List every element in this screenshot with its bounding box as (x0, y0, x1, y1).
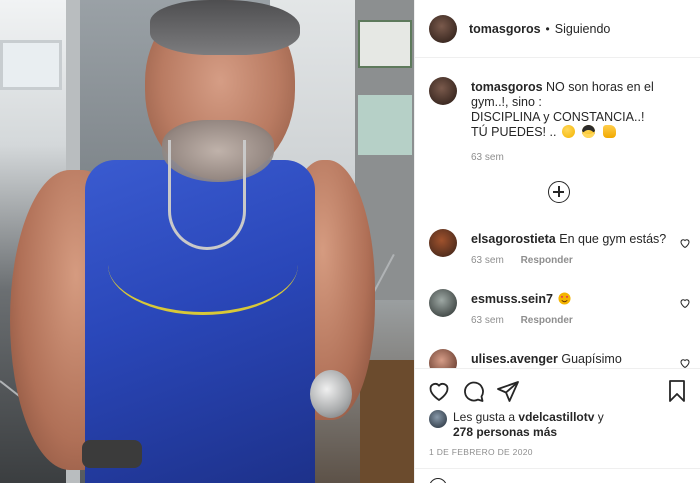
caption-line-2: DISCIPLINA y CONSTANCIA..! (471, 110, 645, 124)
comment-text: Guapísimo (561, 352, 622, 366)
comment-line: ulises.avenger Guapísimo (471, 352, 622, 366)
comment-time: 63 sem (471, 315, 504, 326)
comment-meta: 63 sem Responder (471, 315, 573, 326)
caption-avatar[interactable] (429, 77, 457, 105)
smile-emoji-icon (561, 125, 575, 138)
likes-prefix: Les gusta a (453, 410, 516, 424)
comment-avatar[interactable] (429, 229, 457, 257)
author-avatar[interactable] (429, 14, 457, 43)
author-username[interactable]: tomasgoros (469, 22, 541, 36)
follow-status-button[interactable]: Siguiendo (555, 22, 611, 36)
comments-list[interactable]: tomasgoros NO son horas en el gym..!, si… (415, 59, 700, 368)
heart-icon[interactable] (679, 297, 691, 309)
heart-eyes-emoji-icon (558, 292, 572, 305)
bookmark-icon[interactable] (665, 379, 689, 403)
comment-icon[interactable] (461, 379, 485, 403)
comment-username[interactable]: elsagorostieta (471, 232, 556, 246)
comment-time: 63 sem (471, 255, 504, 266)
plus-circle-icon[interactable] (548, 181, 570, 203)
comment-text: En que gym estás? (559, 232, 667, 246)
heart-icon[interactable] (427, 379, 451, 403)
thumbs-up-emoji-icon (602, 125, 616, 138)
photo-chain (168, 140, 246, 250)
photo-grip (82, 440, 142, 468)
share-icon[interactable] (496, 379, 520, 403)
reply-button[interactable]: Responder (521, 255, 573, 266)
add-comment-bar (415, 468, 700, 483)
action-bar (415, 368, 700, 412)
comment-avatar[interactable] (429, 289, 457, 317)
photo-hair (150, 0, 300, 55)
comment-meta: 63 sem Responder (471, 255, 573, 266)
photo-window (0, 40, 62, 90)
likes-count-link[interactable]: 278 personas más (453, 425, 557, 439)
photo-floor (360, 360, 414, 483)
comment-item: ulises.avenger Guapísimo (429, 349, 691, 368)
likes-conjunction: y (597, 410, 604, 424)
header-separator: • (545, 21, 550, 36)
liker-username[interactable]: vdelcastillotv (518, 410, 594, 424)
photo-cable-handle (310, 370, 352, 418)
likes-summary: Les gusta a vdelcastillotv y 278 persona… (429, 408, 691, 442)
comment-username[interactable]: ulises.avenger (471, 352, 558, 366)
comment-line: esmuss.sein7 (471, 292, 573, 306)
photo-gym-sign (358, 20, 412, 68)
post-photo[interactable] (0, 0, 414, 483)
heart-icon[interactable] (679, 237, 691, 249)
caption-username[interactable]: tomasgoros (471, 80, 543, 94)
likes-line-2: 278 personas más (453, 425, 557, 439)
heart-icon[interactable] (679, 357, 691, 368)
comment-line: elsagorostieta En que gym estás? (471, 232, 666, 246)
caption-line-3: TÚ PUEDES! .. (471, 125, 557, 139)
comment-item: elsagorostieta En que gym estás? 63 sem … (429, 229, 691, 279)
smiley-icon[interactable] (429, 478, 447, 483)
post-header: tomasgoros • Siguiendo (415, 0, 700, 58)
reply-button[interactable]: Responder (521, 315, 573, 326)
comment-avatar[interactable] (429, 349, 457, 368)
caption-text: tomasgoros NO son horas en el gym..!, si… (471, 80, 691, 140)
comment-item: esmuss.sein7 63 sem Responder (429, 289, 691, 339)
comment-username[interactable]: esmuss.sein7 (471, 292, 553, 306)
caption-time: 63 sem (471, 152, 504, 163)
post-date: 1 DE FEBRERO DE 2020 (429, 447, 533, 457)
liker-avatar[interactable] (429, 410, 447, 428)
photo-window-right (358, 95, 412, 155)
likes-line-1: Les gusta a vdelcastillotv y (453, 410, 604, 424)
sunglasses-emoji-icon (582, 125, 596, 138)
post-sidebar: tomasgoros • Siguiendo tomasgoros NO son… (414, 0, 700, 483)
